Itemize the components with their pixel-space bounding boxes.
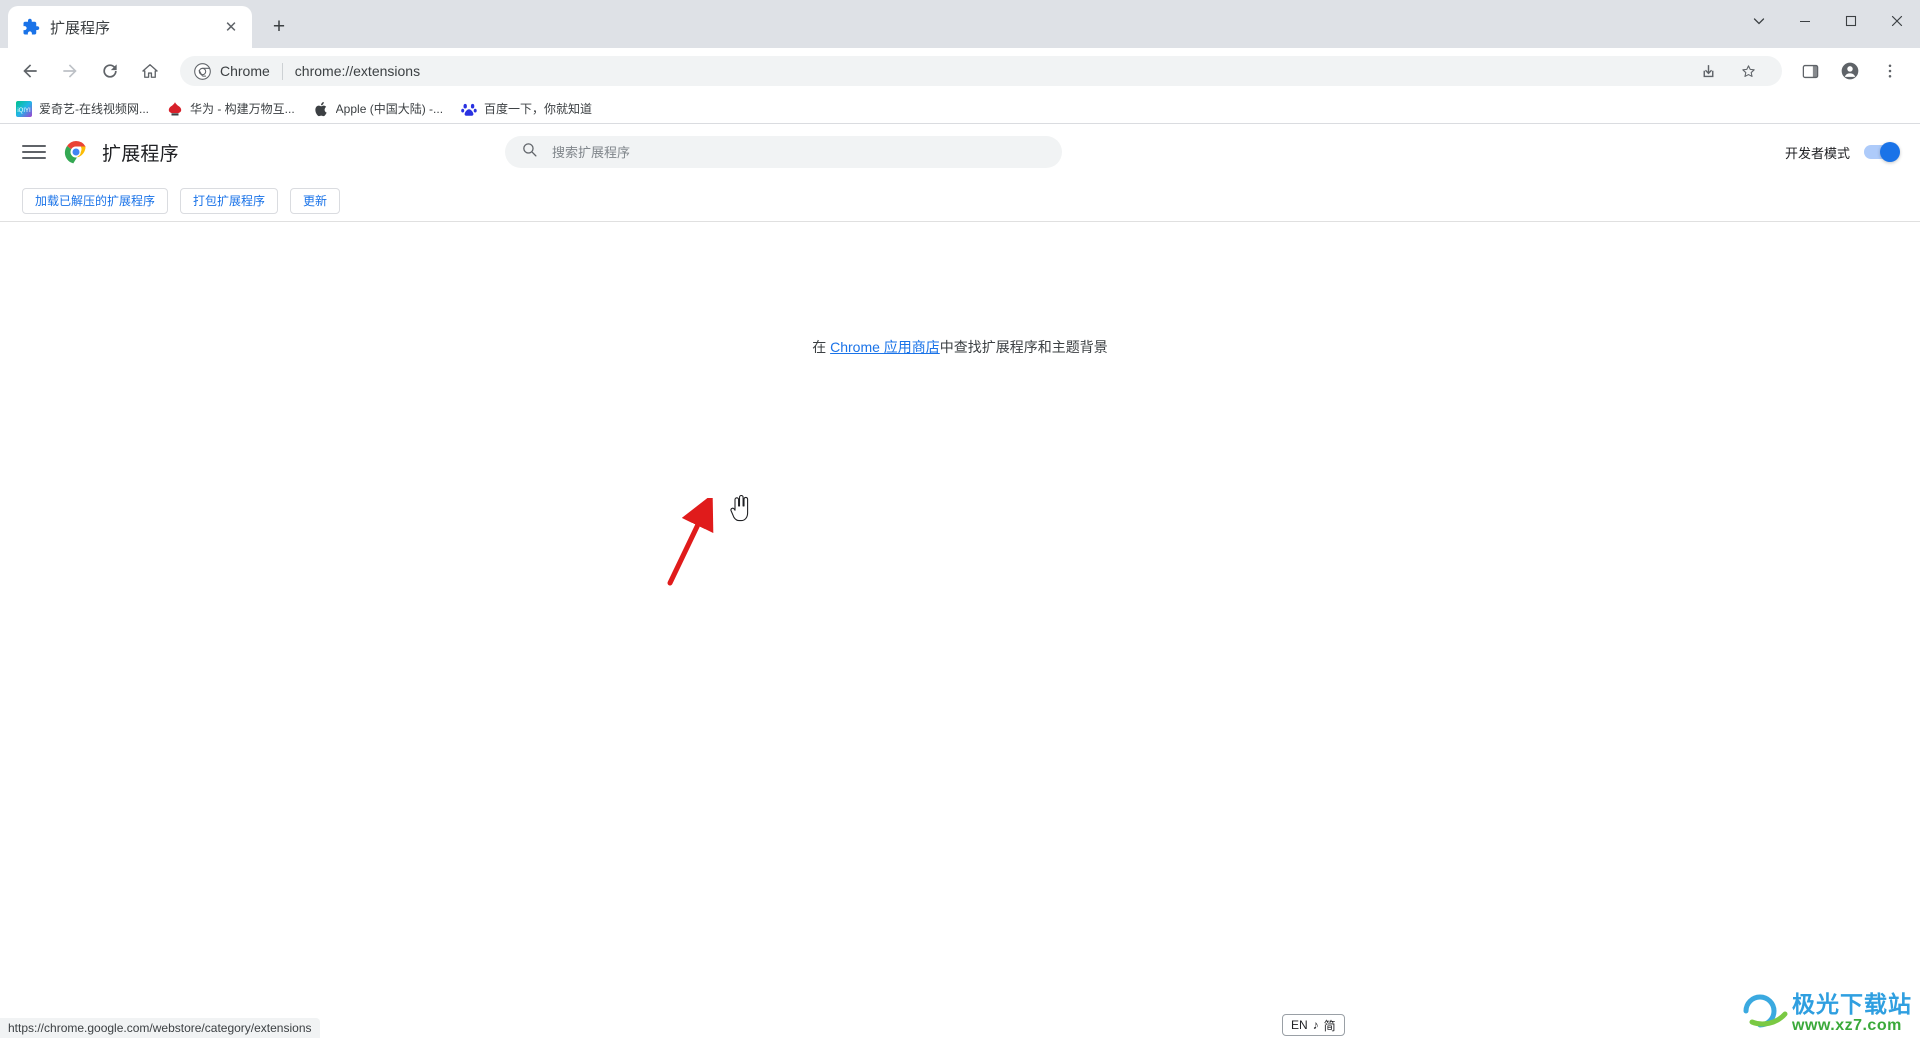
svg-text:iQIYI: iQIYI — [17, 108, 31, 114]
empty-state-suffix: 中查找扩展程序和主题背景 — [939, 339, 1108, 355]
search-icon — [521, 141, 538, 163]
maximize-button[interactable] — [1828, 0, 1874, 42]
bookmark-item[interactable]: Apple (中国大陆) -... — [305, 97, 451, 121]
tab-title: 扩展程序 — [50, 19, 111, 37]
huawei-icon — [167, 101, 183, 117]
baidu-icon — [461, 101, 477, 117]
chevron-down-icon[interactable] — [1736, 0, 1782, 42]
chrome-web-store-link[interactable]: Chrome 应用商店 — [830, 339, 940, 355]
minimize-button[interactable] — [1782, 0, 1828, 42]
annotation-arrow — [660, 493, 720, 593]
share-icon[interactable] — [1692, 55, 1724, 87]
ime-indicator[interactable]: EN ♪ 简 — [1282, 1014, 1345, 1036]
omnibox-chip-label: Chrome — [220, 63, 270, 79]
developer-mode-label: 开发者模式 — [1784, 145, 1850, 161]
window-controls — [1736, 0, 1920, 42]
extensions-content: 在 Chrome 应用商店中查找扩展程序和主题背景 — [0, 222, 1920, 1037]
search-input[interactable] — [552, 144, 1046, 160]
search-box[interactable] — [505, 136, 1062, 168]
bookmark-item[interactable]: 华为 - 构建万物互... — [159, 97, 303, 121]
side-panel-icon[interactable] — [1794, 55, 1826, 87]
bookmarks-bar: iQIYI 爱奇艺-在线视频网... 华为 - 构建万物互... Apple (… — [0, 94, 1920, 124]
chrome-logo-icon — [64, 140, 88, 164]
extensions-page: 扩展程序 开发者模式 加载已解压的扩展程序 打包扩展程序 更新 — [0, 124, 1920, 1038]
ime-mode-icon: ♪ — [1312, 1018, 1319, 1032]
browser-menu-button[interactable] — [1874, 55, 1906, 87]
developer-mode-control: 开发者模式 — [1784, 124, 1900, 180]
forward-button[interactable] — [54, 55, 86, 87]
omnibox-right-actions — [1688, 55, 1768, 87]
update-button[interactable]: 更新 — [290, 187, 341, 214]
bookmark-label: 爱奇艺-在线视频网... — [39, 102, 149, 116]
empty-state-prefix: 在 — [812, 339, 831, 355]
developer-mode-toggle[interactable] — [1864, 142, 1900, 162]
close-button[interactable] — [1874, 0, 1920, 42]
watermark-title: 极光下载站 — [1792, 991, 1912, 1018]
apple-icon — [313, 101, 329, 117]
page-title: 扩展程序 — [102, 143, 179, 165]
site-watermark: 极光下载站 www.xz7.com — [1738, 992, 1912, 1035]
bookmark-item[interactable]: 百度一下，你就知道 — [453, 97, 600, 121]
toggle-knob — [1880, 142, 1900, 162]
bookmark-item[interactable]: iQIYI 爱奇艺-在线视频网... — [8, 97, 157, 121]
ime-mode: 简 — [1323, 1018, 1336, 1033]
watermark-url: www.xz7.com — [1792, 1016, 1902, 1034]
empty-state-message: 在 Chrome 应用商店中查找扩展程序和主题背景 — [0, 337, 1920, 357]
star-icon[interactable] — [1732, 55, 1764, 87]
bookmark-label: 华为 - 构建万物互... — [190, 102, 295, 116]
pack-extension-button[interactable]: 打包扩展程序 — [180, 187, 279, 214]
ime-language: EN — [1291, 1018, 1308, 1032]
search-container — [505, 136, 1062, 168]
watermark-text: 极光下载站 www.xz7.com — [1792, 992, 1912, 1034]
hamburger-menu-icon[interactable] — [22, 140, 46, 164]
browser-window: 扩展程序 ✕ + Chrome chrome://extensions iQIY… — [0, 0, 1920, 1039]
omnibox-separator — [281, 62, 283, 80]
tab-strip: 扩展程序 ✕ + — [0, 0, 1920, 48]
omnibox-url: chrome://extensions — [294, 63, 421, 79]
mouse-cursor-pointer — [729, 494, 751, 528]
extensions-action-bar: 加载已解压的扩展程序 打包扩展程序 更新 — [0, 180, 1920, 222]
browser-toolbar: Chrome chrome://extensions — [0, 48, 1920, 94]
iqiyi-icon: iQIYI — [16, 100, 32, 117]
browser-tab[interactable]: 扩展程序 ✕ — [8, 6, 252, 48]
bookmark-label: 百度一下，你就知道 — [484, 102, 593, 116]
home-button[interactable] — [134, 55, 166, 87]
reload-button[interactable] — [94, 55, 126, 87]
new-tab-button[interactable]: + — [262, 10, 296, 44]
extension-puzzle-icon — [22, 18, 40, 36]
bookmark-label: Apple (中国大陆) -... — [335, 102, 444, 116]
extensions-header: 扩展程序 开发者模式 — [0, 124, 1920, 180]
load-unpacked-button[interactable]: 加载已解压的扩展程序 — [22, 187, 169, 214]
profile-avatar-icon[interactable] — [1834, 55, 1866, 87]
back-button[interactable] — [14, 55, 46, 87]
address-bar[interactable]: Chrome chrome://extensions — [180, 56, 1782, 86]
chrome-icon — [194, 62, 211, 80]
tab-close-button[interactable]: ✕ — [220, 16, 242, 38]
watermark-logo-icon — [1738, 992, 1790, 1035]
status-bar: https://chrome.google.com/webstore/categ… — [0, 1018, 320, 1038]
